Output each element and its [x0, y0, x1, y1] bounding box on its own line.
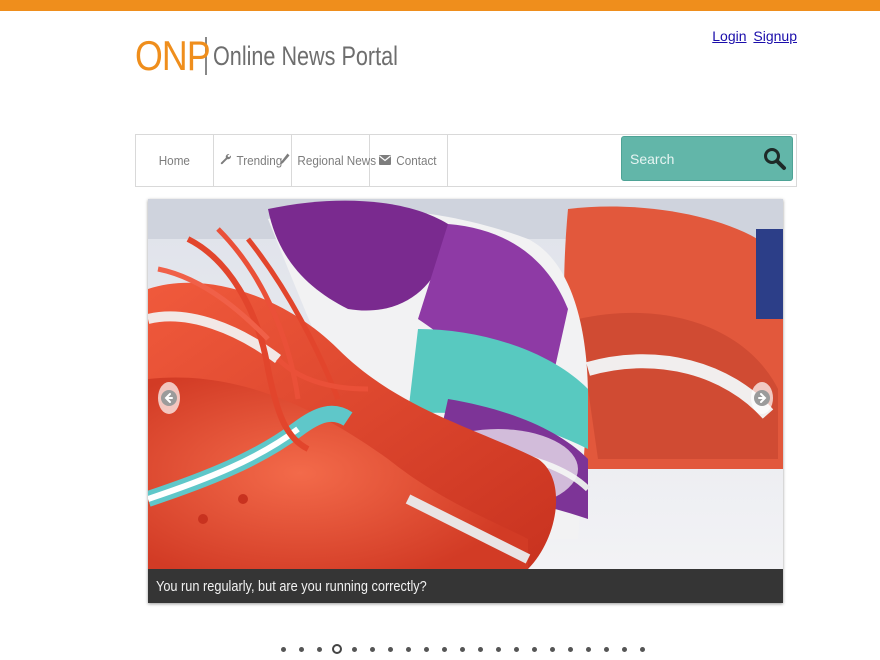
login-link[interactable]: Login [712, 28, 746, 44]
slider-dot[interactable] [550, 646, 555, 652]
slider-dot[interactable] [281, 646, 286, 652]
slider-dot[interactable] [317, 646, 322, 652]
search-icon [764, 148, 786, 170]
slider-prev-button[interactable] [158, 382, 180, 414]
slider-dot[interactable] [442, 646, 447, 652]
nav-item-label: Trending [236, 153, 283, 168]
slider-dot[interactable] [406, 646, 411, 652]
slider-dot[interactable] [370, 646, 375, 652]
slider-dot[interactable] [496, 646, 501, 652]
slider-dot[interactable] [332, 644, 342, 654]
slider-dot[interactable] [586, 646, 591, 652]
wrench-icon [220, 153, 232, 168]
slider-dot[interactable] [352, 646, 357, 652]
arrow-right-icon [754, 390, 770, 406]
envelope-icon [378, 153, 391, 168]
search-button[interactable] [762, 146, 788, 172]
logo-name: Online News Portal [213, 40, 398, 71]
site-logo[interactable]: ONP Online News Portal [135, 32, 444, 79]
nav-item-regional-news[interactable]: Regional News [280, 135, 376, 186]
slider-dot[interactable] [424, 646, 429, 652]
pencil-icon [280, 153, 290, 168]
nav-item-contact[interactable]: Contact [370, 135, 448, 186]
slide-image [148, 199, 783, 603]
slider-dot[interactable] [478, 646, 483, 652]
search-box [621, 136, 793, 181]
image-slider: You run regularly, but are you running c… [148, 199, 783, 603]
slider-dot[interactable] [460, 646, 465, 652]
slider-next-button[interactable] [751, 382, 773, 414]
slider-dot[interactable] [299, 646, 304, 652]
slide-caption: You run regularly, but are you running c… [148, 569, 783, 603]
slider-dot[interactable] [514, 646, 519, 652]
slider-dot[interactable] [568, 646, 573, 652]
top-accent-bar [0, 0, 880, 11]
slide-caption-text: You run regularly, but are you running c… [156, 577, 427, 595]
logo-abbr: ONP [135, 32, 211, 79]
nav-item-label: Home [158, 153, 191, 168]
slider-pagination [281, 643, 658, 655]
slider-dot[interactable] [532, 646, 537, 652]
nav-item-label: Regional News [297, 153, 377, 168]
search-input[interactable] [630, 147, 760, 171]
slider-dot[interactable] [388, 646, 393, 652]
slider-dot[interactable] [640, 646, 645, 652]
arrow-left-icon [161, 390, 177, 406]
slider-dot[interactable] [622, 646, 627, 652]
slider-dot[interactable] [604, 646, 609, 652]
main-nav: Home Trending Regional News Contact [135, 134, 797, 187]
signup-link[interactable]: Signup [753, 28, 797, 44]
auth-links: Login Signup [709, 28, 797, 44]
nav-item-label: Contact [395, 153, 437, 168]
nav-item-home[interactable]: Home [136, 135, 214, 186]
